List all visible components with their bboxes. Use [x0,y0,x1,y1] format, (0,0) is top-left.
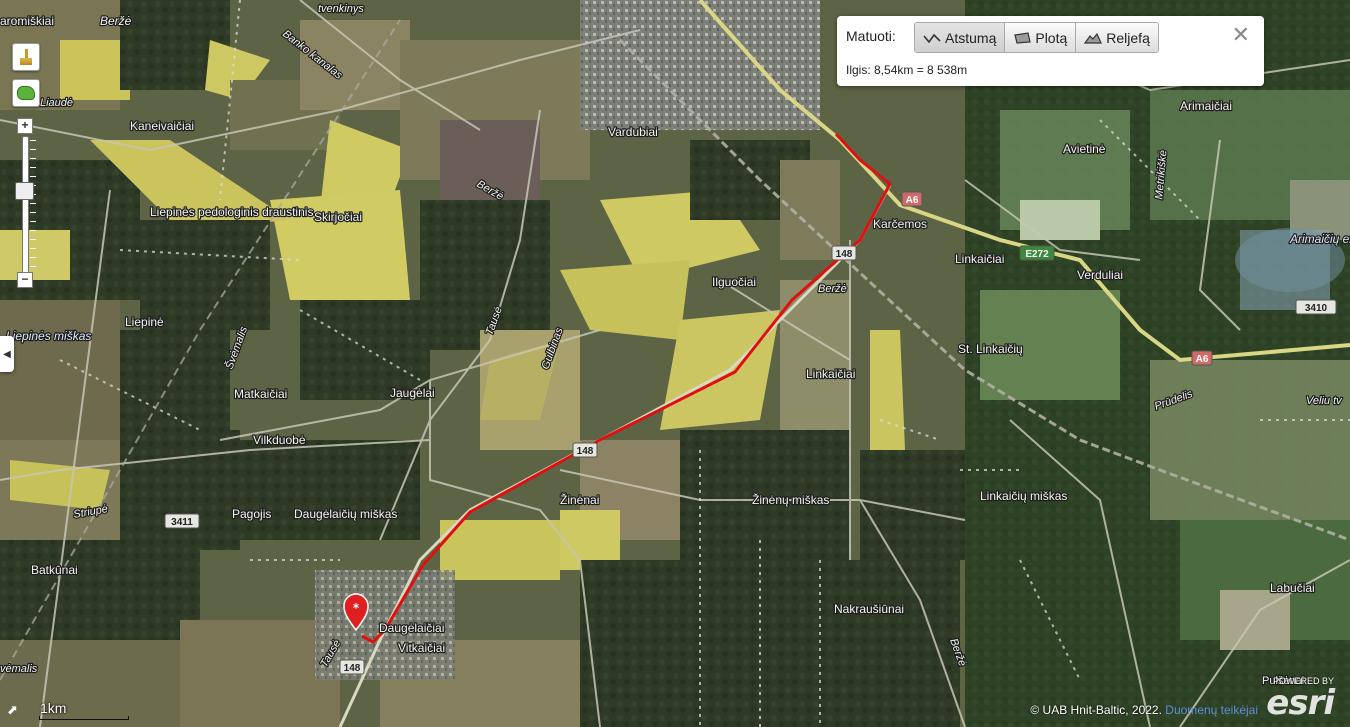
zoom-handle[interactable] [15,182,34,200]
town-area [580,0,820,130]
place-label: Liepinės pedologinis draustinis [150,205,313,219]
place-label: Arimaičių ežeras [1289,232,1350,246]
shield-148-a: 148 [831,245,857,261]
place-label: Žinėnai [560,492,599,507]
measure-distance-button[interactable]: Atstumą [915,23,1006,52]
place-label: Vitkaičiai [398,641,445,655]
zoom-slider[interactable]: + − [15,118,36,290]
side-panel-toggle[interactable]: ◀ [0,336,14,372]
place-label: Linkaičių miškas [980,489,1067,503]
place-label: Liepinė [125,315,164,329]
pan-tool-button[interactable] [12,43,40,71]
svg-text:*: * [353,601,360,615]
measure-area-button[interactable]: Plotą [1005,23,1077,52]
place-label: Nakraušiūnai [834,602,904,616]
place-label: Labučiai [1270,581,1315,595]
place-label: Beržė [100,14,132,28]
place-label: vėmalis [0,663,38,675]
place-label: St. Linkaičių [958,342,1023,356]
measure-relief-label: Reljefą [1106,29,1150,46]
distance-icon [923,33,941,43]
zoom-out-button[interactable]: − [17,272,33,288]
place-label: Žinėnų miškas [752,492,829,507]
place-label: aromiškiai [0,14,54,28]
measure-tools: Atstumą Plotą Reljefą [914,22,1159,53]
place-label: Karčemos [873,217,927,231]
scale-bar: 1km [12,700,129,720]
layers-icon [17,86,35,100]
shield-3411: 3411 [164,513,200,529]
place-label: Linkaičiai [955,252,1004,266]
satellite-map[interactable]: * 148 148 148 3411 3410 A6 A6 E272 aromi… [0,0,1350,727]
place-label: Ilguočiai [712,275,756,289]
zoom-in-button[interactable]: + [17,118,33,134]
place-label: Arimaičiai [1180,99,1232,113]
place-label: Vilkduobė [253,433,306,447]
measure-relief-button[interactable]: Reljefą [1076,23,1158,52]
place-label: Linkaičiai [806,367,855,381]
shield-e272: E272 [1019,245,1055,261]
measure-area-label: Plotą [1035,29,1068,46]
data-providers-link[interactable]: Duomenų teikėjai [1165,703,1258,717]
svg-text:3410: 3410 [1305,303,1328,314]
place-label: Beržė [818,283,847,295]
place-label: Avietinė [1063,142,1106,156]
shield-148-b: 148 [572,442,598,458]
place-label: Skirjočiai [314,210,362,224]
esri-logo: esri [1266,683,1335,723]
svg-text:A6: A6 [1196,354,1209,365]
zoom-ticks [30,140,36,268]
shield-a6-a: A6 [901,191,923,207]
close-icon[interactable]: ✕ [1232,24,1250,46]
place-label: Kaneivaičiai [130,119,194,133]
shield-3410: 3410 [1295,299,1337,315]
measure-title: Matuoti: [846,28,896,44]
area-icon [1014,31,1032,44]
place-label: Liepinės miškas [6,329,91,343]
scale-line [39,716,129,720]
map-layers-button[interactable] [12,79,40,107]
place-label: Verduliai [1077,268,1123,282]
attribution: © UAB Hnit-Baltic, 2022. Duomenų teikėja… [1030,703,1258,717]
svg-text:E272: E272 [1025,249,1049,260]
svg-text:A6: A6 [906,195,919,206]
shield-148-c: 148 [339,659,365,675]
place-label: Daugėlaičių miškas [294,507,397,521]
scale-label: 1km [40,700,67,716]
svg-text:148: 148 [836,249,853,260]
place-label: Jaugėlai [390,386,435,400]
place-label: tvenkinys [318,3,364,15]
relief-icon [1084,32,1103,44]
place-label: Liaudė [40,97,73,109]
place-label: Pagojis [232,507,271,521]
zoom-track[interactable] [22,136,29,274]
attribution-text: © UAB Hnit-Baltic, 2022. [1030,703,1162,717]
place-label: Batkūnai [31,563,78,577]
svg-text:148: 148 [577,446,594,457]
svg-text:148: 148 [344,663,361,674]
place-label: Veliu tv [1306,395,1343,407]
broom-icon [19,49,33,65]
shield-a6-b: A6 [1191,350,1213,366]
chevron-left-icon: ◀ [3,348,11,360]
measure-distance-label: Atstumą [945,29,997,46]
measure-panel: Matuoti: Atstumą Plotą Reljefą ✕ Ilgis: … [837,16,1264,86]
place-label: Vardubiai [608,125,658,139]
svg-text:3411: 3411 [171,517,193,528]
measure-result: Ilgis: 8,54km = 8 538m [846,63,968,77]
place-label: Daugėlaičiai [379,621,444,635]
place-label: Matkaičiai [234,387,287,401]
